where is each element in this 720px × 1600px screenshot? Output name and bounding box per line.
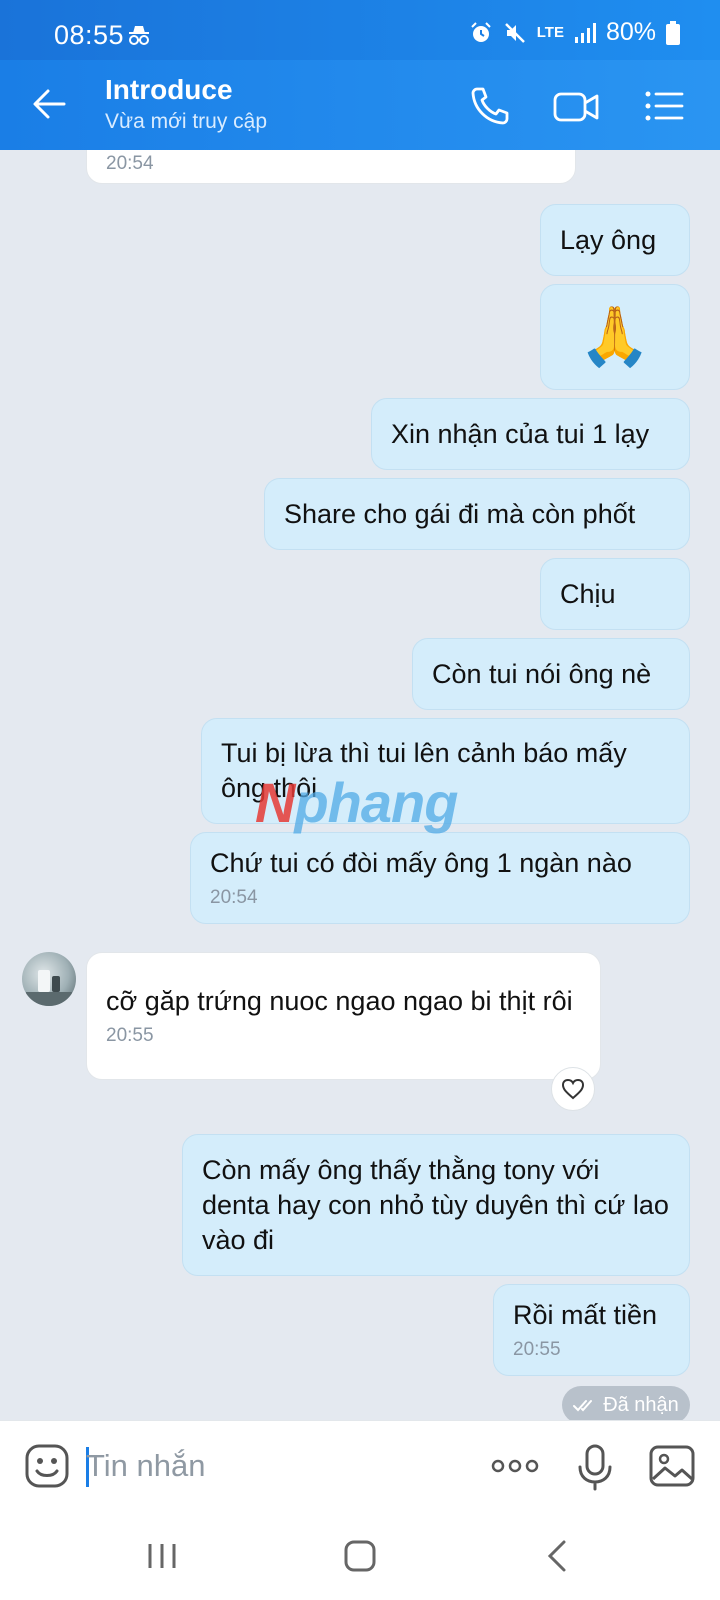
message-bubble-outgoing[interactable]: Chịu xyxy=(540,558,690,630)
video-call-icon[interactable] xyxy=(553,84,601,128)
battery-level: 80% xyxy=(605,18,656,46)
network-type: LTE xyxy=(536,24,564,41)
message-text: Chứ tui có đòi mấy ông 1 ngàn nào xyxy=(210,847,632,878)
message-text: cỡ găp trứng nuoc ngao ngao bi thịt rôi xyxy=(106,985,573,1016)
read-receipt-badge: Đã nhận xyxy=(562,1386,690,1424)
message-text: Xin nhận của tui 1 lạy xyxy=(391,418,650,449)
image-gallery-icon[interactable] xyxy=(648,1443,696,1489)
chat-header: Introduce Vừa mới truy cập xyxy=(0,60,720,150)
message-bubble-outgoing[interactable]: Share cho gái đi mà còn phốt xyxy=(264,478,690,550)
back-arrow-icon[interactable] xyxy=(30,84,70,124)
emoji-message-bubble[interactable]: 🙏 xyxy=(540,284,690,390)
react-heart-button[interactable] xyxy=(551,1067,595,1111)
status-time: 08:55 xyxy=(54,20,125,50)
message-text: Còn mấy ông thấy thằng tony với denta ha… xyxy=(202,1154,669,1255)
chat-title[interactable]: Introduce xyxy=(105,74,233,106)
message-text: Tui bị lừa thì tui lên cảnh báo mấy ông … xyxy=(221,738,627,803)
message-list[interactable]: 20:54 Lạy ông 🙏 Xin nhận của tui 1 lạy S… xyxy=(0,150,720,1420)
more-options-icon[interactable] xyxy=(490,1451,540,1481)
heart-icon xyxy=(561,1078,585,1100)
phone-call-icon[interactable] xyxy=(468,84,512,128)
message-bubble-incoming[interactable]: cỡ găp trứng nuoc ngao ngao bi thịt rôi … xyxy=(86,952,601,1080)
sticker-emoji-icon[interactable] xyxy=(24,1443,70,1489)
message-time: 20:55 xyxy=(513,1338,561,1360)
avatar-image xyxy=(26,970,72,1006)
microphone-icon[interactable] xyxy=(575,1443,615,1491)
message-text: Chịu xyxy=(560,578,616,609)
read-receipt-label: Đã nhận xyxy=(603,1393,679,1416)
double-check-icon xyxy=(573,1400,593,1412)
message-bubble-outgoing[interactable]: Còn mấy ông thấy thằng tony với denta ha… xyxy=(182,1134,690,1276)
message-bubble-incoming[interactable]: 20:54 xyxy=(86,150,576,184)
recent-apps-icon[interactable] xyxy=(142,1538,182,1574)
contact-avatar[interactable] xyxy=(22,952,76,1006)
message-time: 20:54 xyxy=(106,153,154,174)
message-bubble-outgoing[interactable]: Rồi mất tiền 20:55 xyxy=(493,1284,690,1376)
message-text: Còn tui nói ông nè xyxy=(432,658,652,689)
back-nav-icon[interactable] xyxy=(538,1538,578,1574)
mute-icon xyxy=(504,22,525,43)
status-icons: LTE 80% xyxy=(469,18,680,47)
message-input[interactable] xyxy=(86,1439,466,1493)
message-bubble-outgoing[interactable]: Tui bị lừa thì tui lên cảnh báo mấy ông … xyxy=(201,718,690,824)
message-bubble-outgoing[interactable]: Chứ tui có đòi mấy ông 1 ngàn nào 20:54 xyxy=(190,832,690,924)
home-icon[interactable] xyxy=(340,1538,380,1574)
menu-list-icon[interactable] xyxy=(642,84,686,128)
message-text: Rồi mất tiền xyxy=(513,1299,658,1330)
system-navigation-bar xyxy=(0,1510,720,1600)
message-bubble-outgoing[interactable]: Xin nhận của tui 1 lạy xyxy=(371,398,690,470)
message-composer xyxy=(0,1420,720,1510)
status-bar: 08:55 LTE 80% xyxy=(0,0,720,68)
message-bubble-outgoing[interactable]: Còn tui nói ông nè xyxy=(412,638,690,710)
message-text: Lạy ông xyxy=(560,224,657,255)
message-bubble-outgoing[interactable]: Lạy ông xyxy=(540,204,690,276)
message-time: 20:55 xyxy=(106,1024,154,1046)
incognito-icon xyxy=(129,26,149,45)
battery-icon xyxy=(666,20,680,45)
message-time: 20:54 xyxy=(210,886,258,908)
message-text: Share cho gái đi mà còn phốt xyxy=(284,498,636,529)
praying-hands-emoji: 🙏 xyxy=(578,304,652,369)
alarm-icon xyxy=(471,21,491,42)
signal-icon xyxy=(574,22,596,43)
last-active-status: Vừa mới truy cập xyxy=(105,110,268,133)
